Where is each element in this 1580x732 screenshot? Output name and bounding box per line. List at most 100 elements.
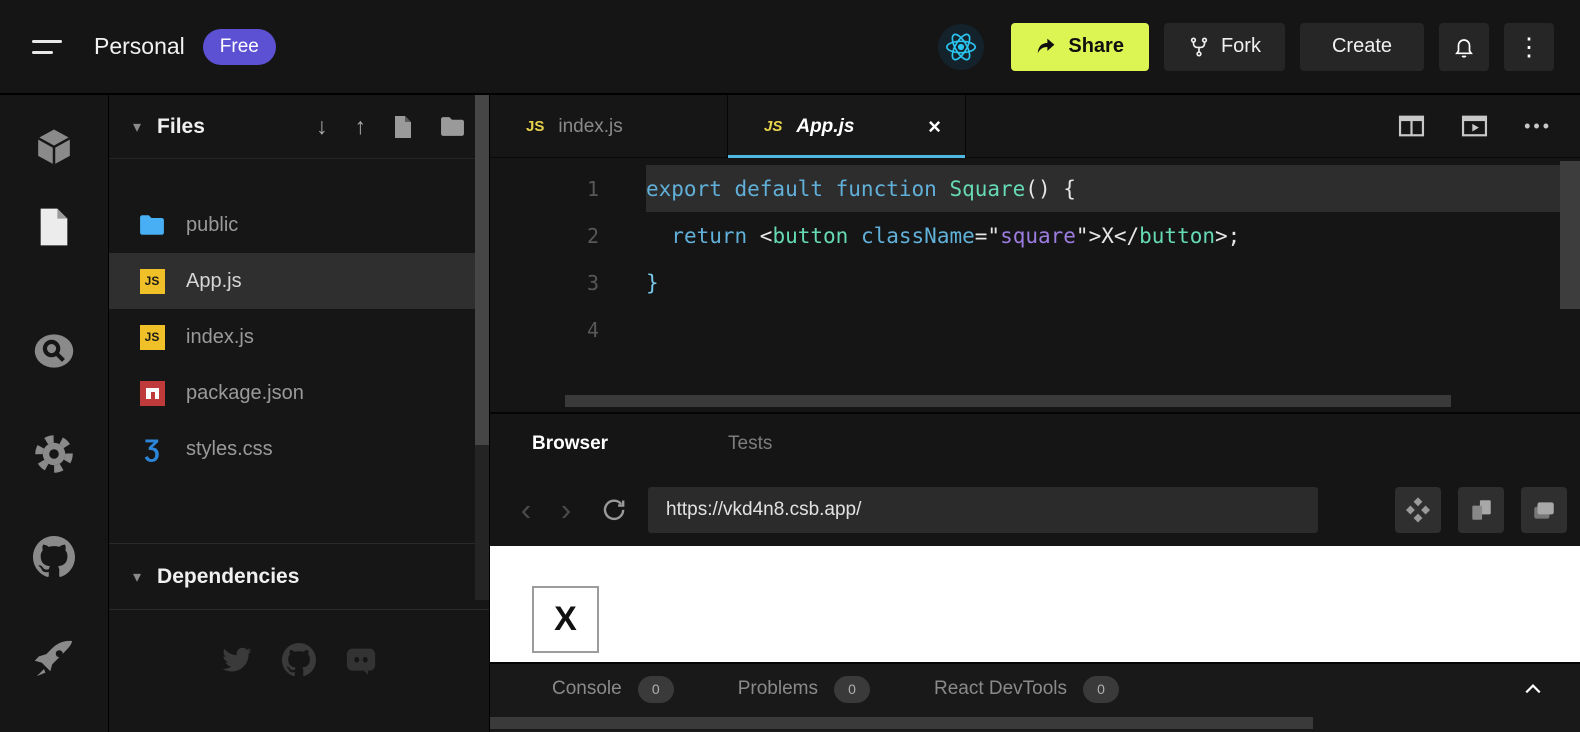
more-options-button[interactable]: ⋮ [1504, 23, 1554, 71]
active-tab-underline [728, 155, 965, 158]
expand-devtools-icon[interactable] [1524, 682, 1542, 696]
square-x-button[interactable]: X [532, 586, 599, 653]
social-links [109, 643, 489, 677]
editor-more-icon[interactable]: ••• [1524, 116, 1552, 137]
code-line: 2 return <button className="square">X</b… [490, 212, 1580, 259]
npm-file-icon [139, 380, 165, 406]
preview-actions [1395, 487, 1567, 533]
github-panel-button[interactable] [0, 535, 108, 583]
react-devtools-tab[interactable]: React DevTools 0 [934, 676, 1119, 703]
file-explorer: ▾ Files ↓ ↑ public JS [109, 95, 489, 732]
codesandbox-window: Personal Free Share [0, 0, 1580, 732]
js-file-icon: JS [526, 118, 544, 135]
gear-icon [33, 433, 75, 480]
console-tab[interactable]: Console 0 [552, 676, 674, 703]
activity-rail [0, 95, 108, 732]
preview-tabbar: Browser Tests [490, 412, 1580, 473]
github-link-icon[interactable] [282, 643, 316, 677]
preview-window-icon[interactable] [1461, 114, 1488, 138]
search-panel-button[interactable] [0, 329, 108, 377]
problems-tab[interactable]: Problems 0 [738, 676, 870, 703]
discord-icon[interactable] [344, 643, 378, 677]
dependencies-title: Dependencies [157, 565, 299, 589]
dependencies-section-header[interactable]: ▾ Dependencies [109, 543, 489, 610]
fork-icon [1188, 36, 1210, 58]
twitter-icon[interactable] [220, 643, 254, 677]
explorer-scrollbar-thumb[interactable] [475, 95, 489, 445]
folder-icon [139, 212, 165, 238]
new-file-icon[interactable] [393, 115, 413, 139]
responsive-mode-icon[interactable] [1458, 487, 1504, 533]
search-icon [33, 330, 75, 377]
editor-tabbar-actions: ••• [1398, 95, 1552, 157]
create-button[interactable]: Create [1300, 23, 1424, 71]
files-actions: ↓ ↑ [316, 113, 465, 140]
upload-icon[interactable]: ↑ [355, 113, 367, 140]
code-line: 3 } [490, 259, 1580, 306]
devtools-scrollbar-thumb[interactable] [490, 717, 1313, 729]
react-devtools-count-badge: 0 [1083, 676, 1119, 703]
sandbox-info-button[interactable] [0, 125, 108, 173]
open-in-new-window-icon[interactable] [1521, 487, 1567, 533]
editor-tabbar: JS index.js JS App.js × [490, 95, 1580, 158]
top-header: Personal Free Share [0, 0, 1580, 93]
caret-down-icon: ▾ [133, 567, 141, 587]
file-row-stylescss[interactable]: Ʒ styles.css [109, 421, 489, 477]
file-row-indexjs[interactable]: JS index.js [109, 309, 489, 365]
code-line: 4 [490, 306, 1580, 353]
devtools-scrollbar-track [490, 714, 1580, 732]
cube-icon [34, 127, 74, 172]
tab-tests[interactable]: Tests [728, 433, 772, 455]
editor-vertical-scrollbar[interactable] [1560, 161, 1580, 309]
devtools-diamonds-icon[interactable] [1395, 487, 1441, 533]
js-file-icon: JS [139, 324, 165, 350]
plan-badge[interactable]: Free [203, 29, 276, 65]
files-title: Files [157, 115, 205, 139]
rocket-icon [33, 638, 75, 685]
js-file-icon: JS [139, 268, 165, 294]
header-actions: Share Fork Create [938, 23, 1554, 71]
console-count-badge: 0 [638, 676, 674, 703]
share-arrow-icon [1036, 36, 1057, 57]
devtools-bar: Console 0 Problems 0 React DevTools 0 [490, 662, 1580, 714]
fork-button[interactable]: Fork [1164, 23, 1285, 71]
css-file-icon: Ʒ [139, 436, 165, 462]
file-row-packagejson[interactable]: package.json [109, 365, 489, 421]
back-icon[interactable]: ‹ [506, 492, 546, 528]
js-file-icon: JS [764, 118, 782, 135]
github-icon [33, 536, 75, 583]
share-button[interactable]: Share [1011, 23, 1149, 71]
tab-browser[interactable]: Browser [532, 433, 608, 455]
split-view-icon[interactable] [1398, 114, 1425, 138]
browser-navigation-bar: ‹ › [490, 473, 1580, 546]
tab-indexjs[interactable]: JS index.js [490, 95, 728, 158]
workspace-name[interactable]: Personal [94, 33, 185, 60]
close-tab-icon[interactable]: × [928, 114, 941, 140]
editor-and-preview: JS index.js JS App.js × [490, 95, 1580, 732]
settings-button[interactable] [0, 432, 108, 480]
file-row-public[interactable]: public [109, 197, 489, 253]
menu-icon[interactable] [32, 36, 66, 58]
tab-appjs[interactable]: JS App.js × [728, 95, 966, 158]
file-row-appjs[interactable]: JS App.js [109, 253, 489, 309]
download-icon[interactable]: ↓ [316, 113, 328, 140]
notifications-button[interactable] [1439, 23, 1489, 71]
problems-count-badge: 0 [834, 676, 870, 703]
explorer-scrollbar[interactable] [475, 95, 489, 600]
files-panel-button[interactable] [0, 205, 108, 253]
forward-icon[interactable]: › [546, 492, 586, 528]
caret-down-icon: ▾ [133, 117, 141, 137]
bell-icon [1452, 35, 1476, 59]
file-icon [36, 207, 72, 252]
reload-icon[interactable] [600, 497, 626, 523]
react-logo-icon [938, 24, 984, 70]
url-input[interactable] [648, 487, 1318, 533]
editor-horizontal-scrollbar[interactable] [565, 395, 1451, 407]
browser-preview: X [490, 546, 1580, 662]
code-editor[interactable]: 1 export default function Square() { 2 r… [490, 159, 1580, 410]
files-section-header[interactable]: ▾ Files ↓ ↑ [109, 95, 489, 159]
new-folder-icon[interactable] [440, 116, 465, 137]
kebab-menu-icon: ⋮ [1517, 32, 1542, 62]
file-list: public JS App.js JS index.js package.jso… [109, 197, 489, 477]
deployment-button[interactable] [0, 637, 108, 685]
